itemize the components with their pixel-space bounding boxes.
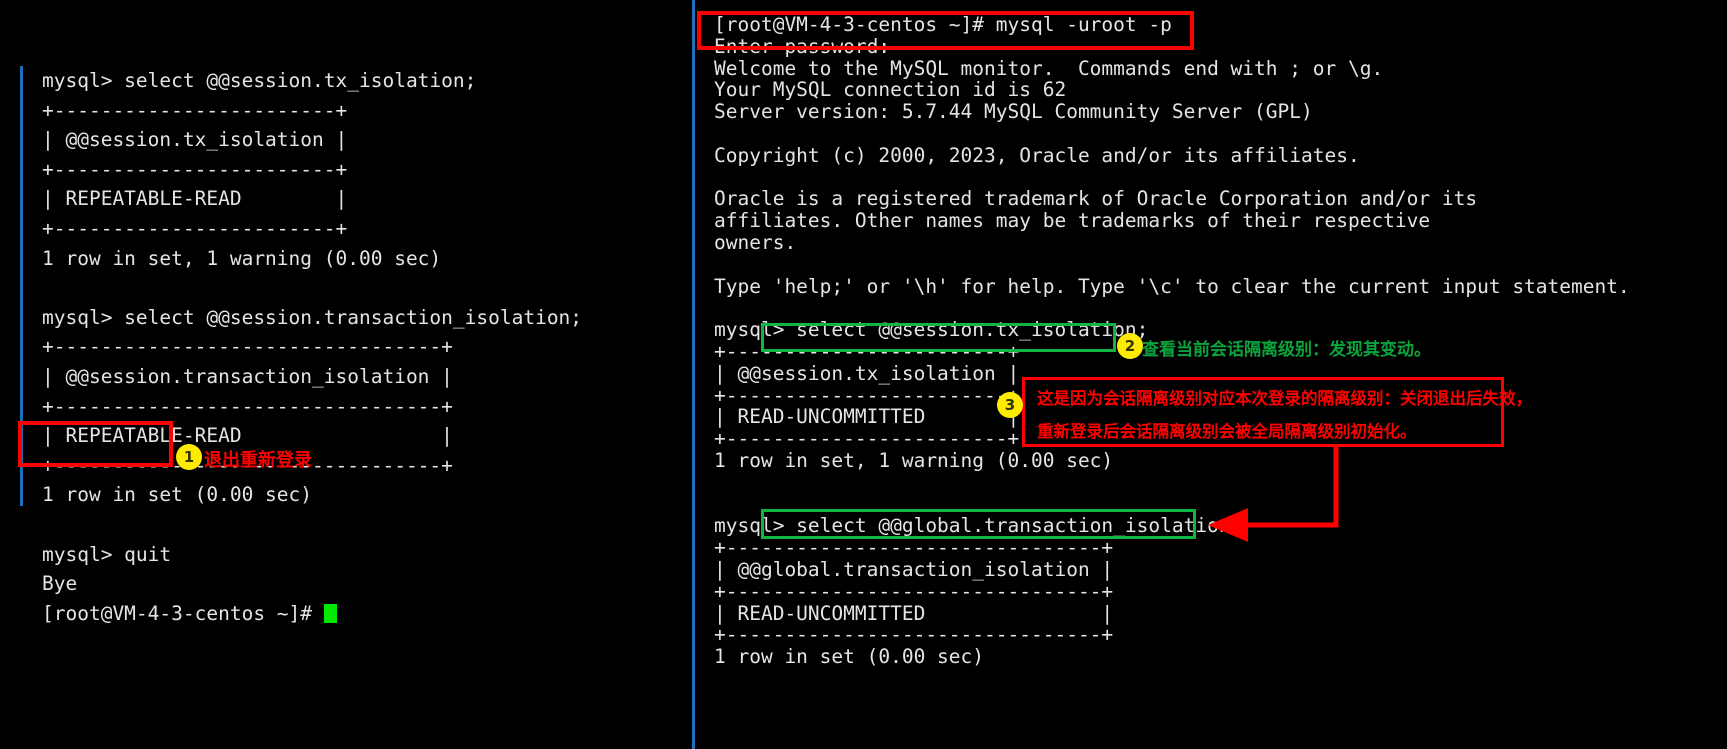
callout-badge-2: 2 <box>1117 333 1143 359</box>
callout-badge-1: 1 <box>176 444 202 470</box>
terminal-line: Copyright (c) 2000, 2023, Oracle and/or … <box>714 143 1360 167</box>
terminal-line: +--------------------------------+ <box>714 623 1114 647</box>
left-terminal-pane[interactable]: mysql> select @@session.tx_isolation; +--… <box>20 66 680 625</box>
terminal-line: 1 row in set, 1 warning (0.00 sec) <box>714 448 1114 472</box>
callout-text-2: 查看当前会话隔离级别：发现其变动。 <box>1142 340 1431 360</box>
callout-text-1: 退出重新登录 <box>204 450 312 471</box>
terminal-line: [root@VM-4-3-centos ~]# mysql -uroot -p <box>714 13 1172 36</box>
callout-text-3-line-2: 重新登录后会话隔离级别会被全局隔离级别初始化。 <box>1037 422 1417 441</box>
terminal-line: Your MySQL connection id is 62 <box>714 78 1067 102</box>
terminal-cursor <box>323 603 337 623</box>
terminal-line: +------------------------+ <box>42 157 348 181</box>
callout-text-3-line-1: 这是因为会话隔离级别对应本次登录的隔离级别：关闭退出后失效， <box>1037 389 1532 408</box>
terminal-line: | READ-UNCOMMITTED | <box>714 601 1114 625</box>
terminal-line: 1 row in set (0.00 sec) <box>714 645 985 669</box>
terminal-line: +--------------------------------+ <box>714 579 1114 603</box>
terminal-line: mysql> select @@session.transaction_isol… <box>42 305 583 329</box>
terminal-line: | @@session.transaction_isolation | <box>42 364 453 388</box>
terminal-line: affiliates. Other names may be trademark… <box>714 209 1431 233</box>
terminal-line: Enter password: <box>714 34 891 58</box>
terminal-line: [root@VM-4-3-centos ~]# <box>42 599 582 629</box>
terminal-line: Type 'help;' or '\h' for help. Type '\c'… <box>714 274 1630 298</box>
left-terminal-output: mysql> select @@session.tx_isolation; +--… <box>42 66 582 628</box>
terminal-line: owners. <box>714 230 797 254</box>
terminal-line: +---------------------------------+ <box>42 335 453 359</box>
terminal-line: Welcome to the MySQL monitor. Commands e… <box>714 56 1384 80</box>
left-pane-edge <box>20 66 23 506</box>
terminal-line: Oracle is a registered trademark of Orac… <box>714 187 1478 211</box>
terminal-line: 1 row in set, 1 warning (0.00 sec) <box>42 246 442 270</box>
right-terminal-pane[interactable]: [root@VM-4-3-centos ~]# mysql -uroot -p E… <box>692 0 1727 749</box>
terminal-line: +---------------------------------+ <box>42 453 453 477</box>
terminal-line: 1 row in set (0.00 sec) <box>42 483 313 507</box>
terminal-line: | @@global.transaction_isolation | <box>714 557 1114 581</box>
callout-badge-3: 3 <box>997 392 1023 418</box>
terminal-line: +------------------------+ <box>42 216 348 240</box>
terminal-line: +--------------------------------+ <box>714 536 1114 560</box>
terminal-line: Server version: 5.7.44 MySQL Community S… <box>714 100 1313 124</box>
terminal-line: | @@session.tx_isolation | <box>42 128 348 152</box>
terminal-line: +---------------------------------+ <box>42 394 453 418</box>
right-pane-edge <box>692 0 695 749</box>
terminal-line: mysql> quit <box>42 542 172 566</box>
terminal-line: | REPEATABLE-READ | <box>42 424 453 448</box>
terminal-line: +------------------------+ <box>42 98 348 122</box>
terminal-line: Bye <box>42 572 78 596</box>
terminal-line: mysql> select @@session.tx_isolation; <box>42 69 477 92</box>
terminal-line: mysql> select @@global.transaction_isola… <box>714 514 1243 538</box>
terminal-line: | REPEATABLE-READ | <box>42 187 348 211</box>
